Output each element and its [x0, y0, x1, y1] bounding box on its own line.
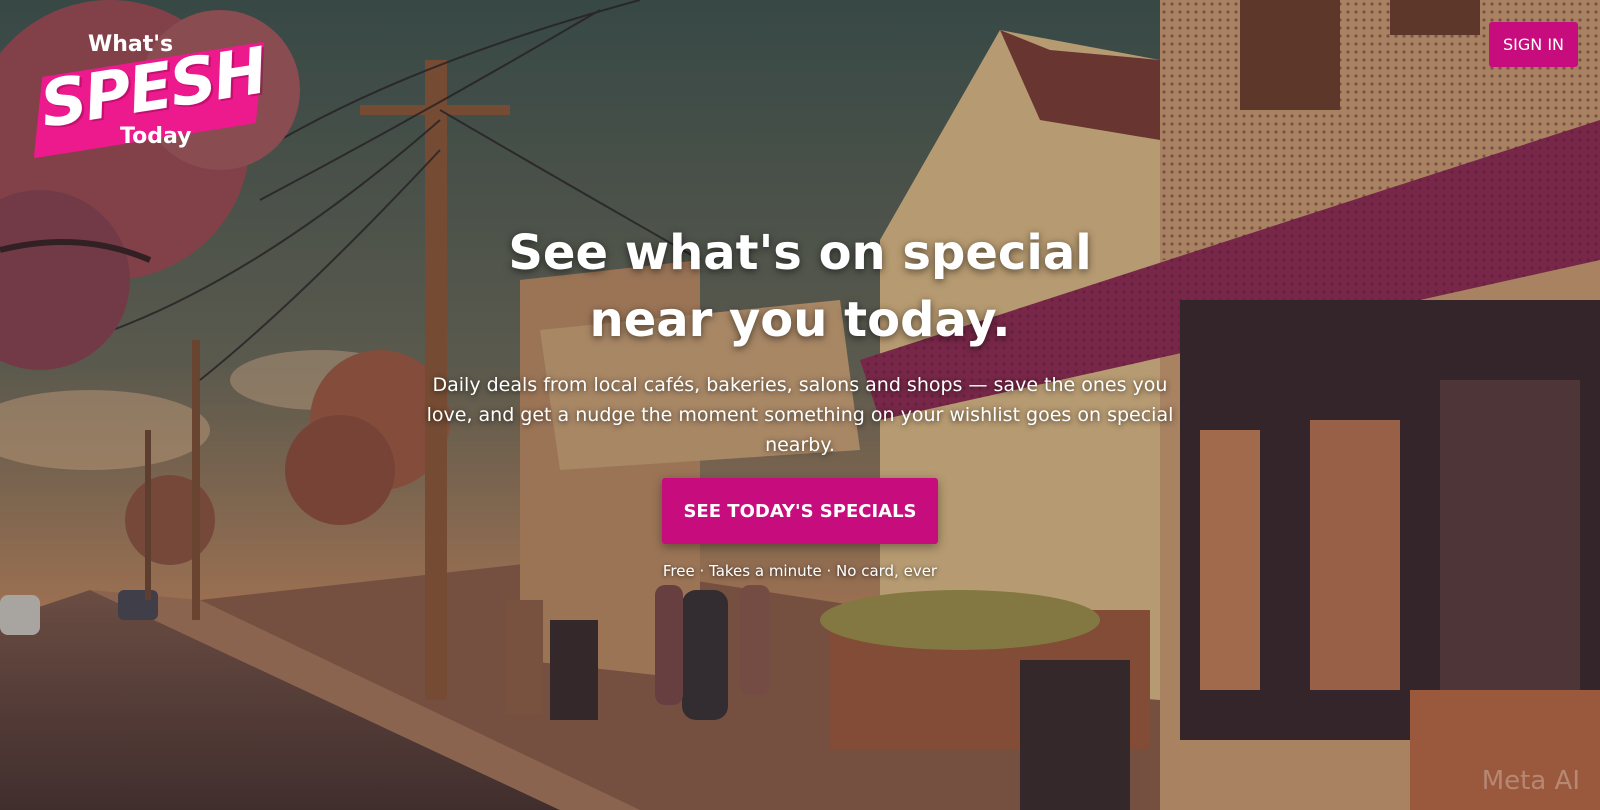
hero-note: Free · Takes a minute · No card, ever [662, 562, 938, 580]
whats-spesh-today-logo[interactable]: What's SPESH Today [30, 28, 271, 159]
hero-subtext: Daily deals from local cafés, bakeries, … [426, 374, 1174, 456]
logo-today-text: Today [120, 124, 192, 149]
see-todays-specials-button[interactable]: SEE TODAY'S SPECIALS [662, 478, 938, 544]
sign-in-button[interactable]: SIGN IN [1488, 22, 1578, 67]
hero-headline: See what's on special near you today. [508, 225, 1092, 348]
meta-ai-watermark: Meta AI [1481, 766, 1580, 796]
hero-section: See what's on special near you today. Da… [400, 220, 1200, 580]
